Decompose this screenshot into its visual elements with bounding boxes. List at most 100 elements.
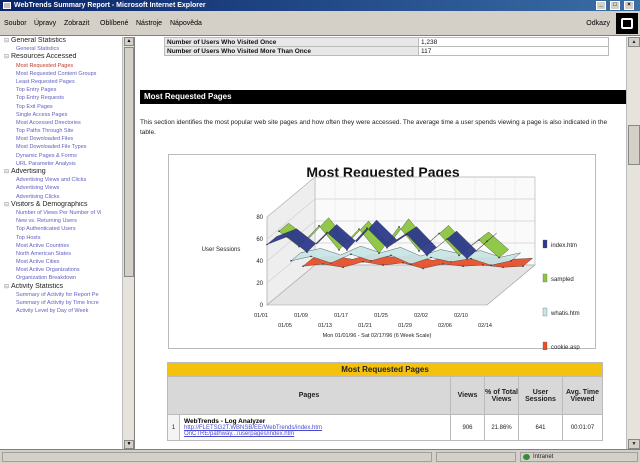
x-tick-label: 01/09 <box>294 313 308 319</box>
collapse-icon[interactable]: ⊟ <box>4 283 11 291</box>
sidebar-item[interactable]: Top Entry Pages <box>0 86 134 94</box>
chart-svg: Most Requested Pages020406080User Sessio… <box>202 164 580 350</box>
legend-label: whatis.htm <box>550 311 580 317</box>
col-pages: Pages <box>167 376 451 415</box>
scroll-up-icon[interactable]: ▲ <box>124 37 134 46</box>
close-icon[interactable]: × <box>624 1 634 10</box>
collapse-icon[interactable]: ⊟ <box>4 37 11 45</box>
data-point <box>366 227 368 229</box>
sidebar-item-label: Most Downloaded File Types <box>16 144 87 151</box>
sidebar-scrollbar[interactable]: ▲ ▼ <box>122 37 134 449</box>
data-point <box>450 261 452 263</box>
table-header-row: Pages Views % of Total Views User Sessio… <box>167 376 603 415</box>
sidebar-item[interactable]: Summary of Activity for Report Pe <box>0 291 134 299</box>
sidebar-item[interactable]: Advertising Views <box>0 184 134 192</box>
data-point <box>266 243 268 246</box>
sidebar-item[interactable]: Summary of Activity by Time Incre <box>0 299 134 307</box>
sidebar-item-label: Most Active Organizations <box>16 267 80 274</box>
data-point <box>402 262 404 264</box>
sidebar-item[interactable]: Top Paths Through Site <box>0 127 134 135</box>
sidebar-item[interactable]: Advertising Views and Clicks <box>0 176 134 184</box>
sidebar-item[interactable]: Single Access Pages <box>0 111 134 119</box>
views-cell: 906 <box>450 414 485 441</box>
sidebar-item[interactable]: Most Active Cities <box>0 258 134 266</box>
data-point <box>302 265 304 267</box>
data-point <box>502 266 504 269</box>
x-tick-label: 01/21 <box>358 323 372 329</box>
sidebar-item-label: Advertising Views and Clicks <box>16 177 87 184</box>
row-value: 1,238 <box>418 37 609 47</box>
report-content: Number of Users Who Visited Once 1,238 N… <box>136 37 626 449</box>
window-title-bar: WebTrends Summary Report - Microsoft Int… <box>0 0 640 11</box>
sidebar-item[interactable]: URL Parameter Analysis <box>0 160 134 168</box>
menu-help[interactable]: Nápověda <box>170 20 202 27</box>
sidebar-item[interactable]: Most Active Organizations <box>0 266 134 274</box>
scroll-down-icon[interactable]: ▼ <box>124 440 134 449</box>
data-point <box>350 253 352 255</box>
status-text-pane <box>2 452 432 462</box>
sidebar-item[interactable]: Least Requested Pages <box>0 78 134 86</box>
minimize-icon[interactable]: _ <box>596 1 606 10</box>
sidebar-item-label: Resources Accessed <box>11 53 77 61</box>
sidebar-scroll-thumb[interactable] <box>124 47 134 277</box>
sidebar-group[interactable]: ⊟ Resources Accessed <box>0 53 134 61</box>
collapse-icon[interactable]: ⊟ <box>4 201 11 209</box>
data-point <box>458 254 460 257</box>
data-point <box>498 256 500 259</box>
scroll-down-icon[interactable]: ▼ <box>628 439 640 449</box>
data-point <box>386 247 388 249</box>
sidebar-item-label: Most Active Cities <box>16 259 60 266</box>
sidebar-item[interactable]: Organization Breakdown <box>0 274 134 282</box>
sidebar-item[interactable]: Number of Views Per Number of Vi <box>0 209 134 217</box>
data-point <box>426 254 428 257</box>
main-scrollbar[interactable]: ▲ ▼ <box>626 37 640 449</box>
sidebar-item[interactable]: Most Requested Content Groups <box>0 70 134 78</box>
sidebar-item[interactable]: New vs. Returning Users <box>0 217 134 225</box>
data-point <box>486 240 488 242</box>
sidebar-group[interactable]: ⊟ Visitors & Demographics <box>0 201 134 209</box>
sidebar-item[interactable]: Top Exit Pages <box>0 103 134 111</box>
sidebar-item[interactable]: Dynamic Pages & Forms <box>0 152 134 160</box>
y-axis-label: User Sessions <box>202 247 241 253</box>
sidebar-item[interactable]: Top Authenticated Users <box>0 225 134 233</box>
sidebar-item[interactable]: Advertising Clicks <box>0 193 134 201</box>
links-button[interactable]: Odkazy <box>586 20 610 27</box>
legend-label: cookie.asp <box>551 345 580 350</box>
sidebar-group[interactable]: ⊟ Advertising <box>0 168 134 176</box>
sidebar-item[interactable]: General Statistics <box>0 45 134 53</box>
sidebar-item-label: Most Accessed Directories <box>16 119 81 126</box>
sidebar-group[interactable]: ⊟ Activity Statistics <box>0 283 134 291</box>
menu-favorites[interactable]: Oblíbené <box>100 20 128 27</box>
browser-icon <box>3 2 11 9</box>
collapse-icon[interactable]: ⊟ <box>4 168 11 176</box>
col-views: Views <box>450 376 485 415</box>
data-point <box>438 232 440 235</box>
scroll-up-icon[interactable]: ▲ <box>628 37 640 47</box>
data-point <box>430 256 432 259</box>
menu-tools[interactable]: Nástroje <box>136 20 162 27</box>
data-point <box>286 236 288 238</box>
sidebar-item[interactable]: Most Active Countries <box>0 242 134 250</box>
page-cell: WebTrends - Log Analyzer http://FLETSG2T… <box>179 414 451 441</box>
menu-file[interactable]: Soubor <box>4 20 27 27</box>
menu-view[interactable]: Zobrazit <box>64 20 89 27</box>
x-tick-label: 02/06 <box>438 323 452 329</box>
sidebar-item[interactable]: Top Hosts <box>0 234 134 242</box>
menu-edit[interactable]: Úpravy <box>34 20 56 27</box>
sidebar-item[interactable]: Most Downloaded Files <box>0 135 134 143</box>
sidebar-item[interactable]: Top Entry Requests <box>0 94 134 102</box>
legend-swatch <box>542 341 548 350</box>
sidebar-item[interactable]: Most Downloaded File Types <box>0 143 134 151</box>
section-heading: Most Requested Pages <box>140 90 626 104</box>
collapse-icon[interactable]: ⊟ <box>4 53 11 61</box>
maximize-icon[interactable]: □ <box>610 1 620 10</box>
sidebar-item[interactable]: North American States <box>0 250 134 258</box>
sidebar-item-label: Summary of Activity for Report Pe <box>16 291 99 298</box>
sidebar-item[interactable]: Activity Level by Day of Week <box>0 307 134 315</box>
main-scroll-thumb[interactable] <box>628 125 640 165</box>
sidebar-group[interactable]: ⊟ General Statistics <box>0 37 134 45</box>
page-link[interactable]: OnCTRE/pathway.../userpages/index.htm <box>184 431 450 437</box>
sidebar-item[interactable]: Most Accessed Directories <box>0 119 134 127</box>
legend-swatch <box>542 273 548 283</box>
sidebar-item[interactable]: Most Requested Pages <box>0 62 134 70</box>
